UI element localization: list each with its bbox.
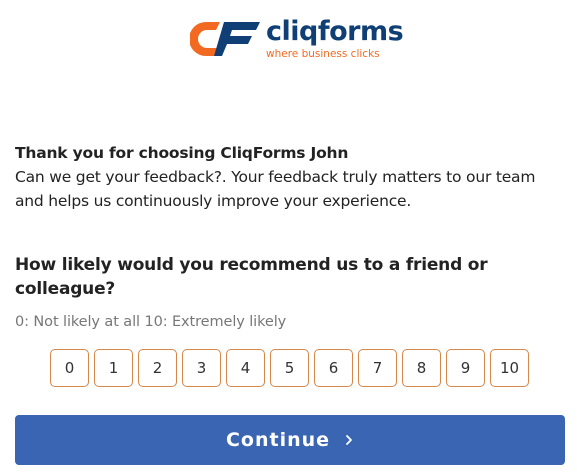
continue-button[interactable]: Continue: [15, 415, 565, 465]
brand-tagline: where business clicks: [266, 48, 380, 60]
rating-option-4[interactable]: 4: [226, 349, 265, 387]
rating-option-3[interactable]: 3: [182, 349, 221, 387]
cf-logo-mark-icon: [190, 22, 260, 56]
intro-title: Thank you for choosing CliqForms John: [15, 144, 349, 162]
brand-name: cliqforms: [266, 16, 404, 47]
intro-body: Can we get your feedback?. Your feedback…: [15, 168, 536, 210]
chevron-right-icon: [344, 434, 354, 446]
intro-section: Thank you for choosing CliqForms John Ca…: [15, 141, 567, 213]
rating-option-0[interactable]: 0: [50, 349, 89, 387]
rating-option-5[interactable]: 5: [270, 349, 309, 387]
rating-option-6[interactable]: 6: [314, 349, 353, 387]
rating-option-7[interactable]: 7: [358, 349, 397, 387]
rating-option-1[interactable]: 1: [94, 349, 133, 387]
nps-question: How likely would you recommend us to a f…: [15, 253, 555, 301]
rating-scale: 0 1 2 3 4 5 6 7 8 9 10: [50, 349, 529, 387]
feedback-page: cliqforms where business clicks Thank yo…: [0, 0, 577, 475]
rating-option-8[interactable]: 8: [402, 349, 441, 387]
rating-option-2[interactable]: 2: [138, 349, 177, 387]
continue-label: Continue: [225, 429, 331, 451]
question-text: How likely would you recommend us to a f…: [15, 255, 488, 299]
cliqforms-logo: cliqforms where business clicks: [190, 16, 404, 62]
rating-option-10[interactable]: 10: [490, 349, 529, 387]
rating-option-9[interactable]: 9: [446, 349, 485, 387]
scale-hint: 0: Not likely at all 10: Extremely likel…: [15, 314, 287, 330]
